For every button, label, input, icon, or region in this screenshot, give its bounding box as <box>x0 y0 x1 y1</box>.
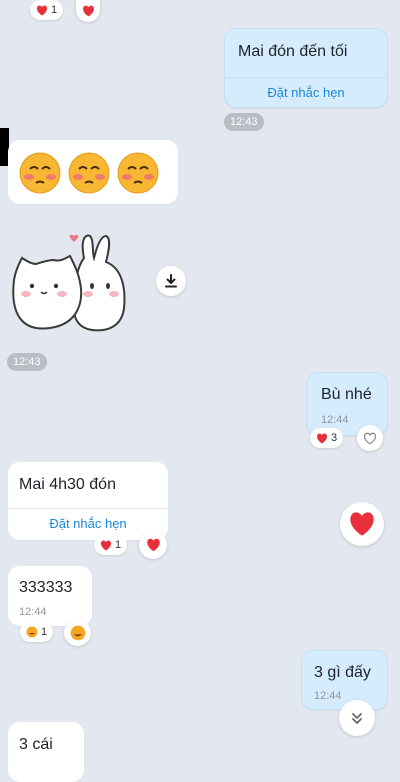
bubble-divider <box>225 77 387 78</box>
heart-icon <box>100 540 112 551</box>
message-text: Mai đón đến tối <box>238 43 348 60</box>
message-time: 12:44 <box>314 690 342 702</box>
reaction-chip[interactable]: 3 <box>310 428 344 448</box>
message-text: Bù nhé <box>321 386 372 403</box>
reaction-chip[interactable]: 1 <box>94 535 128 555</box>
received-emoji-bubble[interactable] <box>8 140 178 204</box>
reaction-count: 1 <box>51 4 58 16</box>
heart-icon <box>82 5 95 17</box>
heart-icon <box>36 5 48 16</box>
reaction-count: 1 <box>115 539 122 551</box>
blushing-face-icon <box>19 152 61 194</box>
reaction-chip-top[interactable]: 1 <box>30 0 64 20</box>
scroll-to-bottom-button[interactable] <box>339 700 375 736</box>
sent-message-bubble[interactable]: 3 gì đấy 12:44 <box>301 650 388 710</box>
set-reminder-link[interactable]: Đặt nhắc hẹn <box>8 516 168 531</box>
cat-bunny-sticker[interactable] <box>8 228 136 338</box>
heart-icon <box>316 433 328 444</box>
quick-heart-reaction-button[interactable] <box>340 502 384 546</box>
download-button[interactable] <box>156 266 186 296</box>
reaction-chip[interactable]: 1 <box>20 622 54 642</box>
react-heart-button[interactable] <box>357 425 383 451</box>
react-heart-button-top[interactable] <box>76 0 100 22</box>
download-icon <box>164 274 178 288</box>
message-text: 333333 <box>19 579 73 596</box>
received-message-bubble[interactable]: 333333 12:44 <box>8 566 92 626</box>
blushing-face-icon <box>117 152 159 194</box>
reaction-count: 1 <box>41 626 48 638</box>
heart-outline-icon <box>363 432 377 445</box>
timestamp: 12:43 <box>7 353 47 371</box>
timestamp: 12:43 <box>224 113 264 131</box>
reaction-count: 3 <box>331 432 338 444</box>
laughing-face-icon <box>70 625 86 641</box>
set-reminder-link[interactable]: Đặt nhắc hẹn <box>225 85 387 100</box>
react-heart-button[interactable] <box>139 531 167 559</box>
message-text: 3 cái <box>19 736 53 753</box>
blushing-face-icon <box>68 152 110 194</box>
message-text: 3 gì đấy <box>314 664 371 681</box>
double-chevron-down-icon <box>350 711 364 725</box>
bubble-divider <box>8 508 168 509</box>
heart-icon <box>348 511 376 537</box>
sent-message-bubble[interactable]: Mai đón đến tối Đặt nhắc hẹn <box>224 28 388 108</box>
message-text: Mai 4h30 đón <box>19 476 116 493</box>
received-message-bubble[interactable]: Mai 4h30 đón Đặt nhắc hẹn <box>8 462 168 540</box>
heart-icon <box>146 538 161 552</box>
received-message-bubble[interactable]: 3 cái <box>8 722 84 782</box>
laughing-face-icon <box>26 626 38 638</box>
message-time: 12:44 <box>19 606 47 618</box>
message-time: 12:44 <box>321 414 349 426</box>
react-emoji-button[interactable] <box>64 619 91 646</box>
